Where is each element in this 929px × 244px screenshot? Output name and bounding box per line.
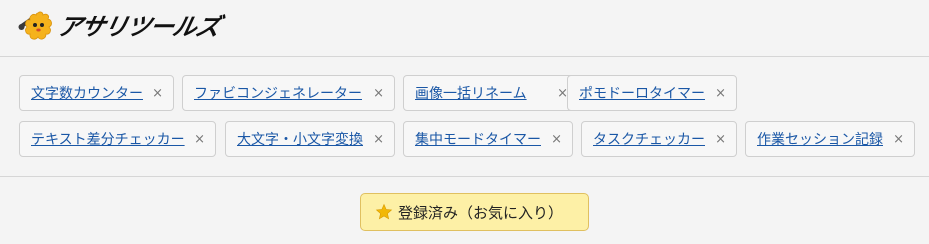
tool-chip-link[interactable]: テキスト差分チェッカー xyxy=(31,131,185,149)
tool-chip: 作業セッション記録 × xyxy=(745,121,915,157)
tool-chip-link[interactable]: タスクチェッカー xyxy=(593,131,705,149)
close-icon[interactable]: × xyxy=(551,131,562,149)
mascot-wrench-icon[interactable] xyxy=(18,10,54,44)
tool-chip-link[interactable]: 文字数カウンター xyxy=(31,85,143,103)
close-icon[interactable]: × xyxy=(893,131,904,149)
site-logo-text[interactable]: アサリツールズ xyxy=(55,12,222,42)
section-divider xyxy=(0,176,929,177)
tool-chip-link[interactable]: 作業セッション記録 xyxy=(757,131,883,149)
close-icon[interactable]: × xyxy=(152,85,163,103)
close-icon[interactable]: × xyxy=(373,85,384,103)
tool-chip-link[interactable]: 大文字・小文字変換 xyxy=(237,131,363,149)
tool-chip: タスクチェッカー × xyxy=(581,121,737,157)
favorite-registered-button[interactable]: 登録済み（お気に入り） xyxy=(360,193,589,231)
star-icon xyxy=(375,203,393,220)
site-header: アサリツールズ xyxy=(0,0,929,52)
tool-chip: テキスト差分チェッカー × xyxy=(19,121,216,157)
tool-chip: 画像一括リネーム × xyxy=(403,75,579,111)
tool-chip: 大文字・小文字変換 × xyxy=(225,121,395,157)
close-icon[interactable]: × xyxy=(715,131,726,149)
close-icon[interactable]: × xyxy=(715,85,726,103)
tool-chip: 文字数カウンター × xyxy=(19,75,174,111)
tool-chip-link[interactable]: 集中モードタイマー xyxy=(415,131,541,149)
tool-chip: 集中モードタイマー × xyxy=(403,121,573,157)
tool-chip: ファビコンジェネレーター × xyxy=(182,75,395,111)
tool-chip: ポモドーロタイマー × xyxy=(567,75,737,111)
close-icon[interactable]: × xyxy=(194,131,205,149)
favorite-button-label: 登録済み（お気に入り） xyxy=(398,204,564,222)
tool-chip-link[interactable]: 画像一括リネーム xyxy=(415,85,527,103)
header-divider xyxy=(0,56,929,57)
tool-chip-link[interactable]: ファビコンジェネレーター xyxy=(194,85,362,103)
tool-chip-link[interactable]: ポモドーロタイマー xyxy=(579,85,705,103)
close-icon[interactable]: × xyxy=(373,131,384,149)
